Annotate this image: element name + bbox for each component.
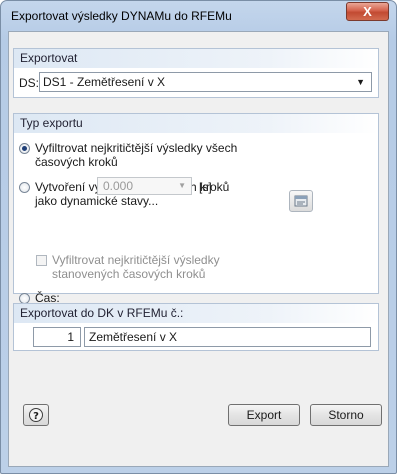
- select-time-steps-icon: [294, 195, 308, 207]
- option-filter-all-row[interactable]: Vyfiltrovat nejkritičtější výsledky všec…: [19, 141, 237, 169]
- ds-select-value: DS1 - Zemětřesení v X: [43, 75, 166, 89]
- time-value: 0.000: [103, 179, 134, 193]
- help-button[interactable]: ?: [23, 404, 49, 426]
- dk-name-input[interactable]: Zemětřesení v X: [84, 327, 371, 347]
- close-button[interactable]: X: [346, 2, 389, 21]
- title-bar[interactable]: Exportovat výsledky DYNAMu do RFEMu X: [1, 1, 396, 31]
- dk-number-input[interactable]: 1: [33, 327, 81, 347]
- time-unit: [s]: [199, 180, 212, 194]
- help-icon: ?: [29, 408, 43, 422]
- svg-text:?: ?: [33, 411, 39, 422]
- chevron-down-icon: ▼: [178, 181, 186, 190]
- export-type-header: Typ exportu: [14, 114, 378, 133]
- select-time-steps-button[interactable]: [289, 190, 313, 212]
- time-input[interactable]: 0.000 ▼: [97, 177, 192, 195]
- dk-group: Exportovat do DK v RFEMu č.: 1 Zemětřese…: [13, 303, 379, 351]
- export-group: Exportovat DS: DS1 - Zemětřesení v X ▼: [13, 48, 379, 98]
- dk-group-header: Exportovat do DK v RFEMu č.:: [14, 304, 378, 323]
- export-button[interactable]: Export: [228, 404, 300, 426]
- sub-option-label: Vyfiltrovat nejkritičtější výsledky stan…: [52, 253, 220, 281]
- export-group-header: Exportovat: [14, 49, 378, 68]
- ds-label: DS:: [19, 76, 40, 90]
- ds-select[interactable]: DS1 - Zemětřesení v X ▼: [39, 72, 372, 92]
- dialog-window: Exportovat výsledky DYNAMu do RFEMu X Ex…: [0, 0, 397, 474]
- storno-button[interactable]: Storno: [310, 404, 382, 426]
- export-type-group: Typ exportu Vyfiltrovat nejkritičtější v…: [13, 113, 379, 305]
- option-selected-steps-radio[interactable]: [19, 182, 30, 193]
- option-filter-all-radio[interactable]: [19, 143, 30, 154]
- sub-option-row[interactable]: Vyfiltrovat nejkritičtější výsledky stan…: [36, 253, 220, 281]
- dialog-title: Exportovat výsledky DYNAMu do RFEMu: [11, 9, 232, 23]
- option-filter-all-label: Vyfiltrovat nejkritičtější výsledky všec…: [35, 141, 238, 169]
- chevron-down-icon: ▼: [356, 77, 365, 87]
- sub-option-checkbox[interactable]: [36, 255, 47, 266]
